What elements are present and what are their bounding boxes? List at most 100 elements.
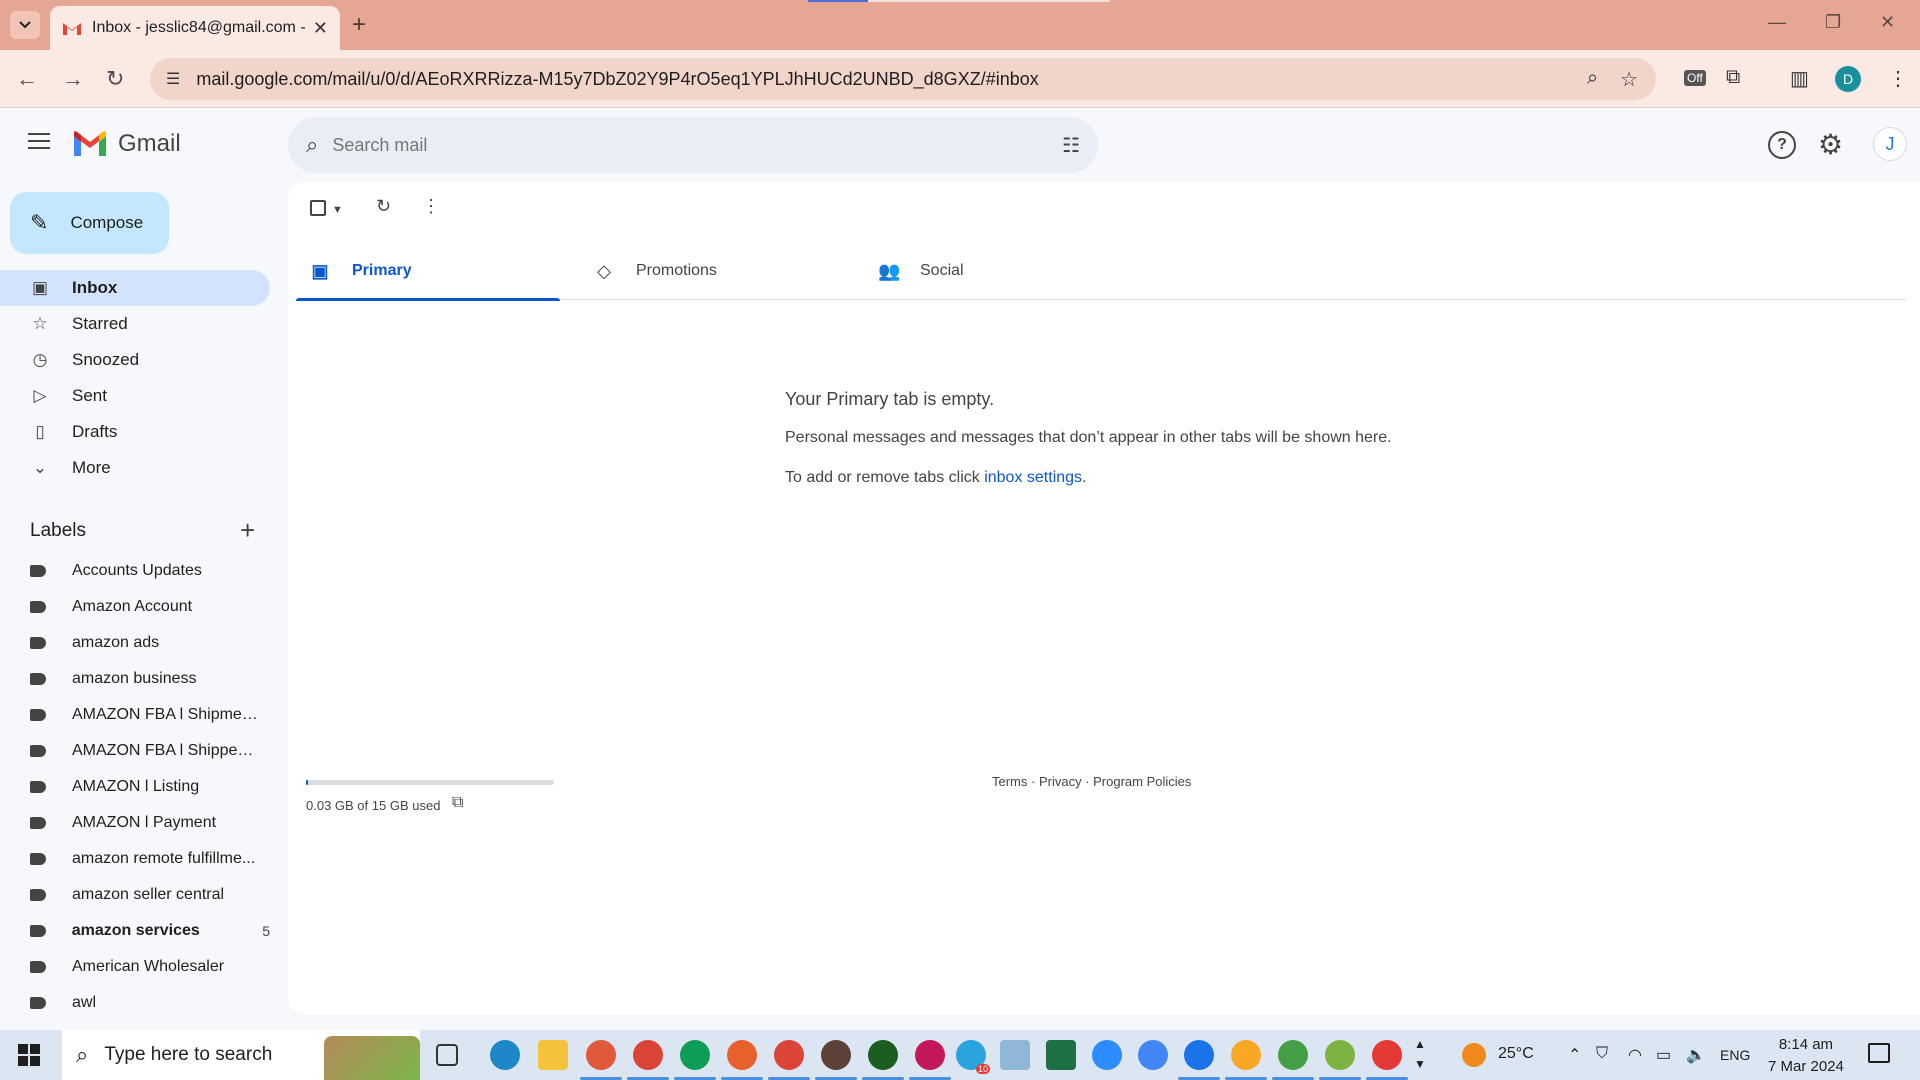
extensions-puzzle-icon[interactable]: ⧉ bbox=[1726, 66, 1740, 89]
label-item[interactable]: amazon remote fulfillme... bbox=[0, 841, 270, 877]
search-options-icon[interactable]: ☷ bbox=[1062, 133, 1080, 158]
label-item[interactable]: AMAZON FBA l Shipped ... bbox=[0, 733, 270, 769]
weather-icon[interactable] bbox=[1462, 1043, 1486, 1067]
nav-item-drafts[interactable]: ▯ Drafts bbox=[0, 414, 270, 450]
main-menu-icon[interactable] bbox=[28, 133, 50, 154]
browser-tab-gmail[interactable]: Inbox - jesslic84@gmail.com - G ✕ bbox=[50, 6, 340, 50]
snipping-tool-icon[interactable] bbox=[580, 1040, 622, 1080]
nav-item-snoozed[interactable]: ◷ Snoozed bbox=[0, 342, 270, 378]
label-item[interactable]: amazon services 5 bbox=[0, 913, 270, 949]
telegram-icon[interactable]: 10 bbox=[956, 1040, 990, 1074]
chrome-profile-12-icon[interactable] bbox=[1366, 1040, 1408, 1080]
forward-icon[interactable]: → bbox=[62, 66, 84, 92]
volume-icon[interactable]: 🔈 bbox=[1686, 1045, 1706, 1065]
compose-button[interactable]: ✎ Compose bbox=[10, 192, 169, 254]
label-item[interactable]: AMAZON l Payment bbox=[0, 805, 270, 841]
chrome-profile-10-icon[interactable] bbox=[1272, 1040, 1314, 1080]
close-window-icon[interactable]: ✕ bbox=[1880, 12, 1895, 33]
language-indicator[interactable]: ENG bbox=[1720, 1047, 1750, 1063]
select-all-checkbox[interactable] bbox=[310, 200, 326, 216]
more-options-icon[interactable]: ⋮ bbox=[422, 196, 440, 217]
tab-primary[interactable]: ▣ Primary bbox=[296, 242, 560, 301]
excel-icon[interactable] bbox=[1046, 1040, 1076, 1070]
temperature-text[interactable]: 25°C bbox=[1498, 1045, 1534, 1063]
chrome-profile-8-icon[interactable] bbox=[1178, 1040, 1220, 1080]
taskbar-clock[interactable]: 8:14 am 7 Mar 2024 bbox=[1768, 1034, 1844, 1078]
search-input[interactable] bbox=[332, 134, 1013, 156]
search-bar[interactable]: ⌕ ☷ bbox=[288, 117, 1098, 173]
chrome-profile-6-icon[interactable] bbox=[862, 1040, 904, 1080]
windows-start-icon[interactable] bbox=[18, 1044, 40, 1066]
show-hidden-icons[interactable]: ⌃ bbox=[1568, 1045, 1581, 1065]
select-dropdown-icon[interactable]: ▼ bbox=[332, 204, 343, 216]
site-info-icon[interactable]: ☰ bbox=[166, 69, 180, 89]
inbox-settings-link[interactable]: inbox settings bbox=[984, 469, 1082, 486]
security-shield-icon[interactable]: ⛉ bbox=[1596, 1045, 1608, 1063]
refresh-icon[interactable]: ↻ bbox=[376, 196, 391, 217]
taskbar-search-box[interactable]: ⌕ Type here to search bbox=[62, 1030, 420, 1080]
tab-social[interactable]: 👥 Social bbox=[864, 242, 1128, 300]
chrome-profile-2-icon[interactable] bbox=[674, 1040, 716, 1080]
label-item[interactable]: Amazon Account bbox=[0, 589, 270, 625]
help-icon[interactable]: ? bbox=[1768, 131, 1796, 159]
tab-search-button[interactable] bbox=[10, 11, 40, 39]
chrome-profile-1-icon[interactable] bbox=[627, 1040, 669, 1080]
url-text[interactable]: mail.google.com/mail/u/0/d/AEoRXRRizza-M… bbox=[196, 69, 1038, 90]
privacy-link[interactable]: Privacy bbox=[1039, 774, 1082, 789]
tab-promotions[interactable]: ◇ Promotions bbox=[580, 242, 844, 300]
terms-link[interactable]: Terms bbox=[992, 774, 1027, 789]
label-item[interactable]: Accounts Updates bbox=[0, 553, 270, 589]
label-item[interactable]: amazon business bbox=[0, 661, 270, 697]
reload-icon[interactable]: ↻ bbox=[106, 66, 124, 92]
nav-item-inbox[interactable]: ▣ Inbox bbox=[0, 270, 270, 306]
nav-item-starred[interactable]: ☆ Starred bbox=[0, 306, 270, 342]
battery-icon[interactable]: ▭ bbox=[1656, 1045, 1671, 1065]
browser-menu-icon[interactable]: ⋮ bbox=[1888, 66, 1908, 91]
search-icon[interactable]: ⌕ bbox=[306, 132, 318, 158]
back-icon[interactable]: ← bbox=[16, 66, 38, 92]
notification-center-icon[interactable] bbox=[1868, 1043, 1890, 1063]
app-shortcut-icon[interactable] bbox=[1000, 1040, 1030, 1070]
edge-browser-icon[interactable] bbox=[490, 1040, 520, 1070]
chrome-profile-7-icon[interactable] bbox=[909, 1040, 951, 1080]
label-item[interactable]: AMAZON l Listing bbox=[0, 769, 270, 805]
address-bar[interactable]: ☰ mail.google.com/mail/u/0/d/AEoRXRRizza… bbox=[150, 58, 1656, 100]
label-tag-icon bbox=[30, 889, 46, 901]
zoom-icon[interactable] bbox=[1092, 1040, 1122, 1070]
side-panel-icon[interactable]: ▥ bbox=[1790, 66, 1809, 91]
wifi-icon[interactable]: ◠ bbox=[1628, 1045, 1642, 1065]
zoom-icon[interactable]: ⌕ bbox=[1587, 67, 1598, 92]
nav-item-more[interactable]: ⌄ More bbox=[0, 450, 270, 486]
chrome-profile-5-icon[interactable] bbox=[815, 1040, 857, 1080]
program-policies-link[interactable]: Program Policies bbox=[1093, 774, 1191, 789]
chrome-icon[interactable] bbox=[1138, 1040, 1168, 1070]
close-tab-icon[interactable]: ✕ bbox=[313, 18, 328, 39]
new-tab-button[interactable]: + bbox=[352, 11, 366, 39]
label-item[interactable]: American Wholesaler bbox=[0, 949, 270, 985]
chrome-profile-9-icon[interactable] bbox=[1225, 1040, 1267, 1080]
label-tag-icon bbox=[30, 961, 46, 973]
nav-item-sent[interactable]: ▷ Sent bbox=[0, 378, 270, 414]
nav-item-label: Drafts bbox=[72, 422, 118, 441]
minimize-icon[interactable]: — bbox=[1768, 12, 1786, 33]
file-explorer-icon[interactable] bbox=[538, 1040, 568, 1070]
browser-profile-avatar[interactable]: D bbox=[1835, 66, 1861, 92]
task-view-icon[interactable] bbox=[436, 1044, 458, 1066]
label-item[interactable]: amazon seller central bbox=[0, 877, 270, 913]
bookmark-star-icon[interactable]: ☆ bbox=[1620, 67, 1638, 92]
extension-off-badge[interactable]: Off bbox=[1684, 70, 1706, 86]
restore-icon[interactable]: ❐ bbox=[1825, 12, 1841, 33]
gmail-logo[interactable]: Gmail bbox=[72, 130, 181, 158]
chrome-profile-3-icon[interactable] bbox=[721, 1040, 763, 1080]
chrome-profile-11-icon[interactable] bbox=[1319, 1040, 1361, 1080]
label-item[interactable]: AMAZON FBA l Shipmen... bbox=[0, 697, 270, 733]
label-item[interactable]: amazon ads bbox=[0, 625, 270, 661]
account-avatar[interactable]: J bbox=[1873, 127, 1907, 161]
label-name: American Wholesaler bbox=[72, 958, 225, 975]
add-label-icon[interactable]: + bbox=[240, 515, 255, 546]
taskbar-scroll-arrows[interactable]: ▲ ▼ bbox=[1414, 1034, 1426, 1074]
settings-gear-icon[interactable]: ⚙ bbox=[1818, 128, 1843, 161]
label-item[interactable]: awl bbox=[0, 985, 270, 1021]
open-storage-icon[interactable]: ⧉ bbox=[452, 794, 463, 812]
chrome-profile-4-icon[interactable] bbox=[768, 1040, 810, 1080]
